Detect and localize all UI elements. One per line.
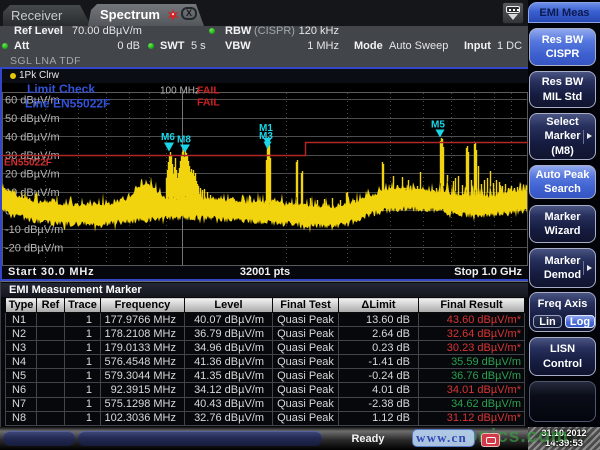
svg-text:FAIL: FAIL — [197, 97, 220, 109]
svg-text:M6: M6 — [161, 132, 175, 143]
svg-text:Line EN55022F: Line EN55022F — [25, 97, 110, 111]
svg-text:-10 dBµV/m: -10 dBµV/m — [5, 224, 63, 236]
svg-text:100 MHz: 100 MHz — [160, 86, 200, 97]
svg-text:EN55022F: EN55022F — [4, 158, 52, 169]
svg-text:M8: M8 — [177, 135, 191, 146]
svg-text:Limit Check: Limit Check — [27, 83, 95, 96]
svg-text:M3: M3 — [259, 131, 273, 142]
svg-text:M5: M5 — [431, 120, 445, 131]
svg-text:FAIL: FAIL — [197, 85, 220, 97]
svg-text:-20 dBµV/m: -20 dBµV/m — [5, 243, 63, 255]
svg-text:50 dBµV/m: 50 dBµV/m — [5, 113, 60, 125]
svg-text:40 dBµV/m: 40 dBµV/m — [5, 132, 60, 144]
svg-text:20 dBµV/m: 20 dBµV/m — [5, 169, 60, 181]
